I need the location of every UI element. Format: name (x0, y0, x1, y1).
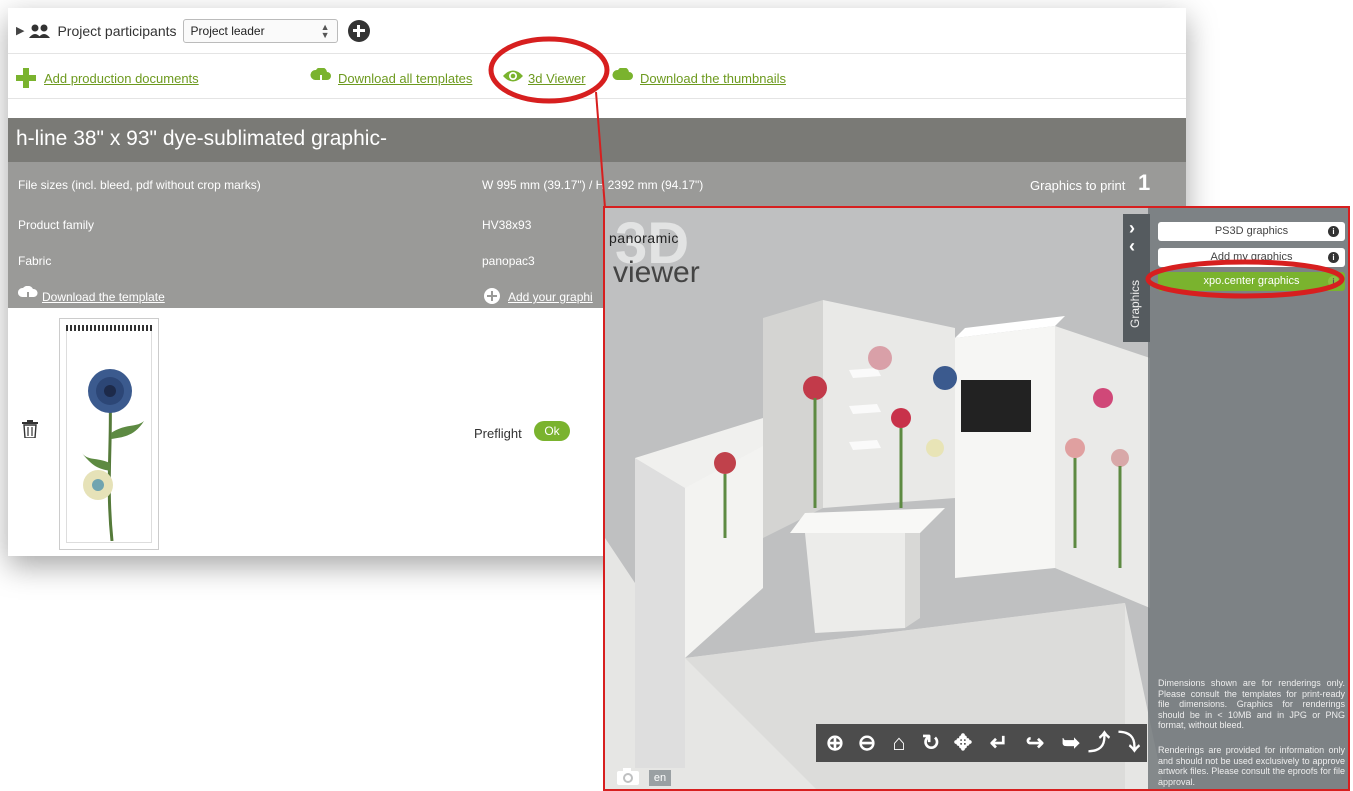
viewer-toolbar: ⊕ ⊖ ⌂ ↻ ✥ ↵ ↪ ➥ ⤴ ⤵ (816, 724, 1147, 762)
comment-field[interactable] (173, 404, 395, 446)
ps3d-graphics-button[interactable]: PS3D graphics i (1158, 222, 1345, 241)
preflight-status-badge: Ok (534, 421, 570, 441)
fabric-label: Fabric (18, 254, 52, 268)
add-graphics-icon (484, 288, 500, 304)
down-icon[interactable]: ⤵ (1116, 730, 1142, 756)
download-all-templates-link[interactable]: Download all templates (338, 71, 472, 86)
dimensions-notice: Dimensions shown are for renderings only… (1158, 678, 1345, 730)
product-family-value: HV38x93 (482, 218, 532, 232)
file-sizes-value: W 995 mm (39.17") / H 2392 mm (94.17") (482, 178, 704, 192)
flower-artwork-image (82, 369, 144, 541)
preflight-label: Preflight (474, 426, 522, 441)
add-my-graphics-button[interactable]: Add my graphics i (1158, 248, 1345, 267)
fabric-value: panopac3 (482, 254, 535, 268)
zoom-in-icon[interactable]: ⊕ (822, 730, 848, 756)
home-icon[interactable]: ⌂ (886, 730, 912, 756)
role-select[interactable]: Project leader ▲ ▼ (182, 18, 338, 43)
3d-viewer-window: 3D panoramic viewer › ‹ Graphics PS3D gr… (603, 206, 1350, 791)
action-links-bar: Add production documents Download all te… (8, 55, 1186, 99)
role-select-value: Project leader (190, 23, 265, 38)
info-icon[interactable]: i (1328, 276, 1339, 287)
expand-triangle-icon[interactable]: ▶ (16, 24, 24, 37)
plus-icon (16, 68, 36, 88)
file-sizes-label: File sizes (incl. bleed, pdf without cro… (18, 178, 261, 192)
viewer-logo-word: viewer (613, 256, 700, 289)
select-arrows-icon: ▲ ▼ (320, 21, 330, 40)
cloud-download-thumbnails-icon (612, 68, 633, 80)
graphics-tab-label: Graphics (1128, 279, 1142, 328)
product-family-label: Product family (18, 218, 95, 232)
renderings-notice: Renderings are provided for information … (1158, 745, 1345, 787)
participants-bar: ▶ Project participants Project leader ▲ ▼ (8, 8, 1186, 54)
redo-icon[interactable]: ↪ (1022, 730, 1048, 756)
pan-icon[interactable]: ✥ (950, 730, 976, 756)
eye-icon (503, 70, 523, 82)
graphics-to-print-label: Graphics to print (1030, 178, 1126, 193)
xpo-center-graphics-button[interactable]: xpo.center graphics i (1158, 272, 1345, 291)
graphics-tab[interactable]: › ‹ Graphics (1123, 214, 1150, 342)
language-selector[interactable]: en (649, 770, 671, 786)
up-icon[interactable]: ⤴ (1086, 730, 1112, 756)
download-template-link[interactable]: Download the template (42, 290, 165, 304)
zoom-out-icon[interactable]: ⊖ (854, 730, 880, 756)
graphics-to-print-value: 1 (1138, 170, 1151, 195)
trash-icon[interactable] (22, 420, 38, 438)
add-participant-button[interactable] (347, 19, 370, 42)
camera-icon[interactable] (617, 768, 639, 785)
3d-viewer-link[interactable]: 3d Viewer (528, 71, 586, 86)
xpo-center-graphics-label: xpo.center graphics (1203, 275, 1300, 287)
info-icon[interactable]: i (1328, 252, 1339, 263)
rotate-icon[interactable]: ↻ (918, 730, 944, 756)
add-my-graphics-label: Add my graphics (1210, 251, 1293, 263)
thumbnail-hanger (66, 325, 152, 331)
download-thumbnails-link[interactable]: Download the thumbnails (640, 71, 786, 86)
right-arrow-icon[interactable]: ➥ (1058, 730, 1084, 756)
cloud-download-template-icon (18, 286, 38, 302)
cloud-download-icon (310, 68, 331, 86)
add-your-graphics-link[interactable]: Add your graphi (508, 290, 593, 304)
graphic-thumbnail[interactable] (59, 318, 159, 550)
product-title: h-line 38" x 93" dye-sublimated graphic- (8, 118, 1186, 162)
expand-chevron-icon[interactable]: ‹ (1129, 236, 1135, 257)
ps3d-graphics-label: PS3D graphics (1214, 225, 1289, 237)
users-icon (29, 24, 51, 38)
undo-icon[interactable]: ↵ (986, 730, 1012, 756)
info-icon[interactable]: i (1328, 226, 1339, 237)
viewer-logo-brand: panoramic (609, 230, 679, 246)
participants-label: Project participants (57, 22, 177, 39)
add-production-documents-link[interactable]: Add production documents (44, 71, 199, 86)
